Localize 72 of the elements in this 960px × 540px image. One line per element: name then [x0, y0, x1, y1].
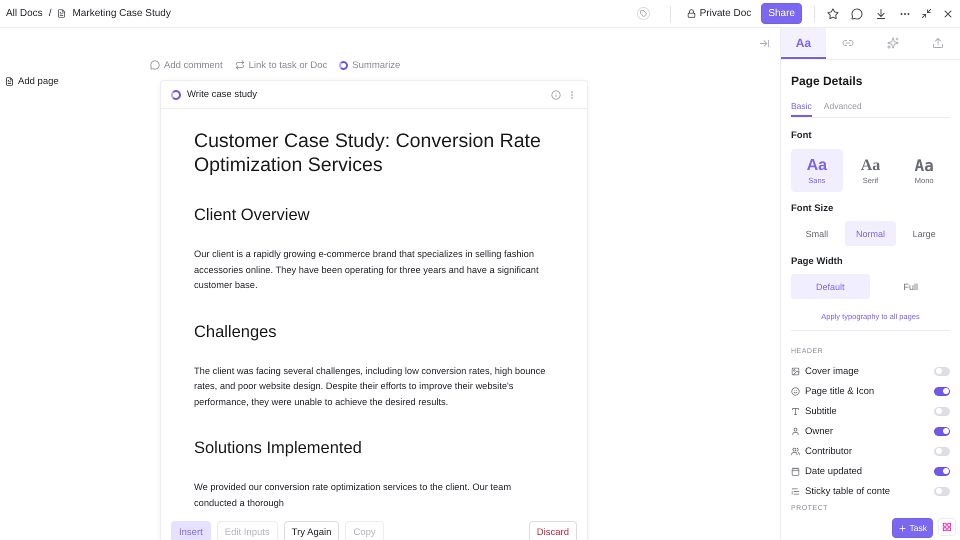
lock-icon — [686, 9, 696, 18]
panel-tab[interactable]: Aa — [781, 28, 826, 59]
minimize-icon[interactable] — [921, 8, 932, 19]
toggle-switch[interactable] — [934, 386, 950, 396]
arrows-icon — [234, 60, 245, 70]
section-paragraph: Our client is a rapidly growing e-commerce brand that specializes in selling fashion accessories online. They have been operating for three years and have a significant customer base. — [194, 248, 540, 292]
users-icon — [791, 446, 800, 456]
card-title: Write case study — [187, 89, 258, 100]
toolbar-button[interactable]: Link to task or Doc — [234, 60, 328, 70]
smile-icon — [791, 386, 800, 396]
setting-label: Owner — [805, 426, 834, 436]
setting-label: Date updated — [805, 466, 864, 476]
subtab[interactable]: Basic — [791, 101, 812, 117]
setting-label: Contributor — [805, 446, 853, 456]
upload-icon — [932, 36, 944, 48]
size-option[interactable]: Normal — [844, 221, 896, 246]
toolbar-button[interactable]: Add comment — [150, 60, 223, 70]
ai-ring-icon — [339, 60, 348, 70]
setting-label: Page title & Icon — [805, 386, 876, 396]
collapse-icon[interactable] — [759, 38, 770, 49]
image-icon — [791, 366, 800, 376]
breadcrumb-link[interactable]: All Docs — [6, 8, 43, 19]
comment-icon — [150, 60, 160, 70]
document-heading: Customer Case Study: Conversion Rate Optimization Services — [194, 129, 542, 177]
close-icon[interactable] — [942, 8, 954, 20]
plus-icon — [898, 524, 907, 532]
section-heading: Challenges — [194, 322, 278, 342]
type-icon — [791, 406, 800, 416]
setting-label: Cover image — [805, 366, 860, 376]
subtab[interactable]: Advanced — [824, 101, 862, 117]
document-title: Marketing Case Study — [72, 8, 171, 19]
section-paragraph: We provided our conversion rate optimization services to the client. Our team conducted a thorough — [194, 481, 512, 510]
tag-icon[interactable] — [636, 7, 650, 20]
toggle-switch[interactable] — [934, 366, 950, 376]
ai-ring-icon — [171, 90, 181, 100]
panel-title: Page Details — [791, 74, 864, 88]
star-icon[interactable] — [827, 8, 839, 20]
document-icon — [57, 9, 66, 18]
toggle-switch[interactable] — [934, 486, 950, 496]
width-option[interactable]: Full — [872, 274, 950, 299]
width-option[interactable]: Default — [791, 274, 870, 299]
breadcrumb-separator: / — [48, 8, 52, 19]
list-icon — [791, 486, 800, 496]
discard-button[interactable]: Discard — [528, 521, 577, 540]
section-heading: Solutions Implemented — [194, 438, 363, 458]
share-button[interactable]: Share — [761, 3, 802, 24]
sparkles-icon — [886, 36, 899, 48]
page-icon — [5, 77, 14, 86]
size-option[interactable]: Small — [791, 221, 843, 246]
action-button[interactable]: Try Again — [284, 521, 340, 540]
info-icon[interactable] — [551, 90, 561, 100]
toolbar-button[interactable]: Summarize — [339, 60, 400, 70]
add-page-button[interactable]: Add page — [5, 76, 59, 87]
toggle-switch[interactable] — [934, 406, 950, 416]
comment-icon[interactable] — [851, 8, 863, 20]
user-icon — [791, 426, 800, 436]
section-label: Page Width — [791, 256, 844, 267]
size-option[interactable]: Large — [898, 221, 950, 246]
setting-label: Sticky table of conte — [805, 486, 892, 496]
task-button[interactable]: Task — [892, 518, 933, 538]
section-label: Font — [791, 130, 813, 141]
toggle-switch[interactable] — [934, 466, 950, 476]
private-doc-button[interactable]: Private Doc — [682, 6, 756, 21]
section-paragraph: The client was facing several challenges, including low conversion rates, high bounce rates, and poor website design. Despite their efforts to improve their website's performance, they were unable to achieve the desired results. — [194, 364, 546, 409]
section-label: Font Size — [791, 203, 834, 214]
toggle-switch[interactable] — [934, 426, 950, 436]
apps-grid-icon[interactable] — [938, 518, 956, 536]
section-heading: Client Overview — [194, 205, 311, 225]
setting-label: Subtitle — [805, 406, 838, 416]
toggle-switch[interactable] — [934, 446, 950, 456]
calendar-icon — [791, 466, 800, 476]
arrow-to-line-icon[interactable] — [875, 8, 887, 20]
